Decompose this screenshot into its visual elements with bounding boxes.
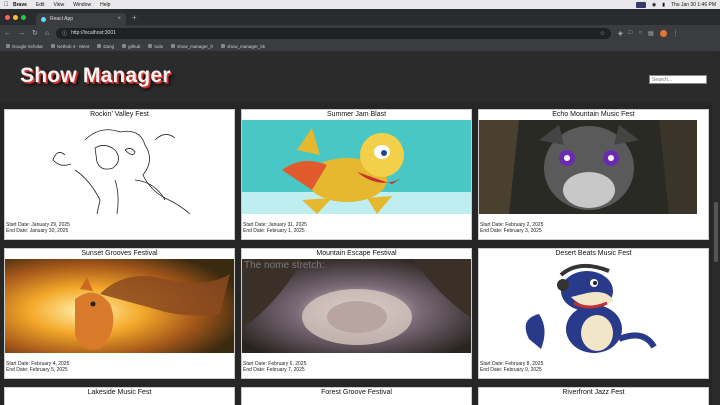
folder-icon xyxy=(148,44,153,48)
show-card[interactable]: Sunset Grooves Festival Start Date: Febr… xyxy=(4,248,235,379)
show-image xyxy=(479,120,708,214)
new-tab-icon[interactable]: + xyxy=(132,11,137,25)
extensions-icon[interactable]: □ xyxy=(629,30,633,37)
browser-toolbar: ← → ↻ ⌂ ⓘ http://localhost:3001 ☆ ◈ □ ○ … xyxy=(0,25,720,41)
show-image xyxy=(479,259,708,353)
show-dates: Start Date: January 31, 2025 End Date: F… xyxy=(243,222,307,234)
menu-help[interactable]: Help xyxy=(100,2,110,8)
bookmark-item[interactable]: show_manager_fr xyxy=(171,44,213,49)
show-dates: Start Date: February 8, 2025 End Date: F… xyxy=(480,361,543,373)
folder-icon xyxy=(122,44,127,48)
home-icon[interactable]: ⌂ xyxy=(45,30,49,37)
status-icon[interactable] xyxy=(635,1,646,8)
bookmark-item[interactable]: github xyxy=(122,44,140,49)
show-image xyxy=(5,259,234,353)
show-title: Desert Beats Music Fest xyxy=(555,250,632,257)
end-date: End Date: February 5, 2025 xyxy=(6,367,68,373)
maximize-window-icon[interactable] xyxy=(21,14,26,20)
show-dates: Start Date: January 29, 2025 End Date: J… xyxy=(6,222,70,234)
bookmark-item[interactable]: Nethub 4 - Ment xyxy=(51,44,89,49)
end-date: End Date: February 1, 2025 xyxy=(243,228,305,234)
github-icon[interactable]: ○ xyxy=(638,30,642,37)
end-date: End Date: February 7, 2025 xyxy=(243,367,305,373)
minimize-window-icon[interactable] xyxy=(13,14,18,20)
menu-view[interactable]: View xyxy=(54,2,65,8)
close-tab-icon[interactable]: × xyxy=(117,16,121,22)
show-title: Lakeside Music Fest xyxy=(87,389,152,396)
show-card[interactable]: Mountain Escape Festival The nome stretc… xyxy=(241,248,472,379)
show-dates: Start Date: February 4, 2025 End Date: F… xyxy=(6,361,69,373)
back-icon[interactable]: ← xyxy=(4,30,11,37)
show-image xyxy=(242,120,471,214)
show-title: Forest Groove Festival xyxy=(321,389,392,396)
toolbar-extensions: ◈ □ ○ ▤ ⋮ xyxy=(618,29,679,37)
scrollbar-thumb[interactable] xyxy=(714,202,718,262)
search-input[interactable] xyxy=(649,75,707,84)
show-card[interactable]: Forest Groove Festival xyxy=(241,387,472,405)
show-image: The nome stretch: xyxy=(242,259,471,353)
bookmark-icon xyxy=(51,44,56,48)
menu-edit[interactable]: Edit xyxy=(36,2,45,8)
show-card[interactable]: Summer Jam Blast Start Date: January 31,… xyxy=(241,109,472,240)
end-date: End Date: February 9, 2025 xyxy=(480,367,542,373)
bookmark-item[interactable]: show_manager_bk xyxy=(221,44,265,49)
traffic-lights xyxy=(5,9,26,25)
forward-icon[interactable]: → xyxy=(18,30,25,37)
battery-icon[interactable]: ▮ xyxy=(662,2,665,8)
bookmark-item[interactable]: Dang xyxy=(97,44,114,49)
apple-icon[interactable]:  xyxy=(4,2,13,8)
menu-icon[interactable]: ⋮ xyxy=(673,30,679,37)
bookmark-item[interactable]: Google Scholar xyxy=(6,44,43,49)
browser-tab[interactable]: React App × xyxy=(36,13,126,25)
bookmark-star-icon[interactable]: ☆ xyxy=(600,30,605,37)
end-date: End Date: January 30, 2025 xyxy=(6,228,69,234)
show-title: Sunset Grooves Festival xyxy=(81,250,158,257)
show-title: Riverfront Jazz Fest xyxy=(562,389,625,396)
bookmark-icon xyxy=(6,44,10,48)
url-text: http://localhost:3001 xyxy=(71,30,116,36)
folder-icon xyxy=(97,44,102,48)
site-info-icon[interactable]: ⓘ xyxy=(62,30,67,37)
show-card[interactable]: Desert Beats Music Fest Start Date: Febr… xyxy=(478,248,709,379)
address-bar[interactable]: ⓘ http://localhost:3001 ☆ xyxy=(56,27,612,39)
bookmark-item[interactable]: todo xyxy=(148,44,163,49)
github-icon xyxy=(171,44,176,48)
show-card[interactable]: Riverfront Jazz Fest xyxy=(478,387,709,405)
menu-app[interactable]: Brave xyxy=(13,2,27,8)
tab-title: React App xyxy=(50,16,74,22)
macos-menubar:  Brave Edit View Window Help ◉ ▮ Thu Ja… xyxy=(0,0,720,9)
app-page: Show Manager Rockin' Valley Fest xyxy=(0,52,712,405)
image-overlay-text: The nome stretch: xyxy=(244,260,325,271)
shield-icon[interactable]: ◈ xyxy=(618,30,623,37)
show-title: Mountain Escape Festival xyxy=(316,250,397,257)
show-card[interactable]: Rockin' Valley Fest Start Date: January … xyxy=(4,109,235,240)
show-title: Echo Mountain Music Fest xyxy=(552,111,635,118)
page-title: Show Manager xyxy=(20,64,171,87)
show-title: Summer Jam Blast xyxy=(326,111,387,118)
github-icon xyxy=(221,44,226,48)
reload-icon[interactable]: ↻ xyxy=(32,29,38,37)
show-image xyxy=(5,120,234,214)
clock[interactable]: Thu Jan 30 1:46 PM xyxy=(671,2,716,8)
show-title: Rockin' Valley Fest xyxy=(90,111,149,118)
show-grid: Rockin' Valley Fest Start Date: January … xyxy=(4,109,712,405)
show-card[interactable]: Lakeside Music Fest xyxy=(4,387,235,405)
wifi-icon[interactable]: ◉ xyxy=(652,2,656,8)
sidebar-icon[interactable]: ▤ xyxy=(648,30,654,37)
profile-avatar[interactable] xyxy=(659,29,667,37)
close-window-icon[interactable] xyxy=(5,14,10,20)
page-scrollbar[interactable] xyxy=(712,52,720,405)
menu-window[interactable]: Window xyxy=(73,2,91,8)
bookmarks-bar: Google Scholar Nethub 4 - Ment Dang gith… xyxy=(0,41,720,52)
show-card[interactable]: Echo Mountain Music Fest Start Date: Feb… xyxy=(478,109,709,240)
tab-bar: React App × + xyxy=(0,9,720,25)
status-area: ◉ ▮ Thu Jan 30 1:46 PM xyxy=(635,1,716,8)
show-dates: Start Date: February 6, 2025 End Date: F… xyxy=(243,361,306,373)
show-dates: Start Date: February 2, 2025 End Date: F… xyxy=(480,222,543,234)
end-date: End Date: February 3, 2025 xyxy=(480,228,542,234)
app-header: Show Manager xyxy=(0,52,712,102)
react-favicon-icon xyxy=(41,16,46,22)
